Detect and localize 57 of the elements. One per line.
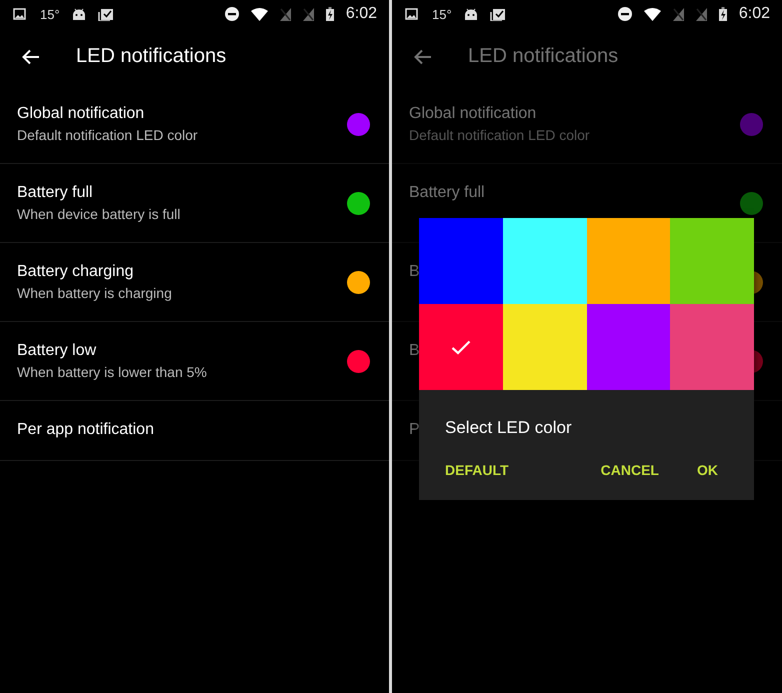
temperature: 15° [432, 6, 452, 22]
setting-title: Battery charging [17, 263, 135, 281]
setting-subtitle: When battery is charging [17, 285, 172, 301]
android-icon [464, 8, 478, 20]
setting-row[interactable]: Battery charging When battery is charging [0, 243, 389, 322]
setting-subtitle: When device battery is full [17, 206, 180, 222]
setting-row[interactable]: Battery low When battery is lower than 5% [0, 322, 389, 401]
dialog-button[interactable]: OK [697, 458, 718, 482]
setting-title: Per app notification [17, 421, 154, 439]
setting-subtitle: Default notification LED color [409, 127, 590, 143]
battery-charging-icon [326, 7, 334, 21]
setting-title: Global notification [17, 105, 146, 123]
clipboard-check-icon [490, 7, 506, 21]
color-swatch[interactable] [670, 304, 754, 390]
do-not-disturb-icon [618, 7, 632, 21]
temperature: 15° [40, 6, 60, 22]
clock: 6:02 [738, 5, 770, 23]
color-swatch[interactable] [419, 304, 503, 390]
dialog-button[interactable]: CANCEL [600, 458, 659, 482]
color-swatch[interactable] [502, 218, 586, 304]
color-swatch[interactable] [670, 218, 754, 304]
setting-row[interactable]: Global notification Default notification LED color [0, 85, 389, 164]
wifi-icon [644, 8, 661, 20]
no-sim-icon [302, 8, 314, 20]
clock: 6:02 [346, 5, 377, 23]
screen-title: LED notifications [76, 45, 226, 68]
color-swatch[interactable] [502, 304, 586, 390]
setting-title: Global notification [409, 105, 538, 123]
setting-title: Battery full [409, 184, 485, 202]
battery-charging-icon [718, 7, 727, 21]
setting-title: Battery full [17, 184, 94, 202]
clipboard-check-icon [98, 7, 114, 21]
setting-title: B [409, 263, 420, 281]
setting-title: P [409, 421, 420, 439]
image-icon [13, 8, 26, 20]
color-swatch[interactable] [419, 218, 503, 304]
setting-row[interactable]: Global notification Default notification LED color [392, 85, 782, 164]
screen-title: LED notifications [468, 45, 618, 68]
setting-subtitle: Default notification LED color [17, 127, 198, 143]
android-icon [72, 8, 86, 20]
no-sim-icon [696, 8, 707, 20]
color-swatch[interactable] [586, 218, 670, 304]
setting-subtitle: When battery is lower than 5% [17, 364, 207, 380]
setting-row[interactable]: Battery full When device battery is full [0, 164, 389, 243]
no-sim-icon [280, 8, 291, 20]
check-icon [450, 340, 471, 354]
color-swatch[interactable] [586, 304, 670, 390]
back-arrow-icon [414, 48, 432, 64]
image-icon [405, 8, 418, 20]
setting-title: B [409, 342, 420, 360]
dialog-button[interactable]: DEFAULT [445, 458, 509, 482]
wifi-icon [250, 8, 268, 20]
no-sim-icon [672, 8, 684, 20]
do-not-disturb-icon [224, 7, 239, 21]
setting-title: Battery low [17, 342, 98, 360]
back-arrow-icon [22, 48, 40, 64]
dialog-title: Select LED color [445, 418, 573, 438]
